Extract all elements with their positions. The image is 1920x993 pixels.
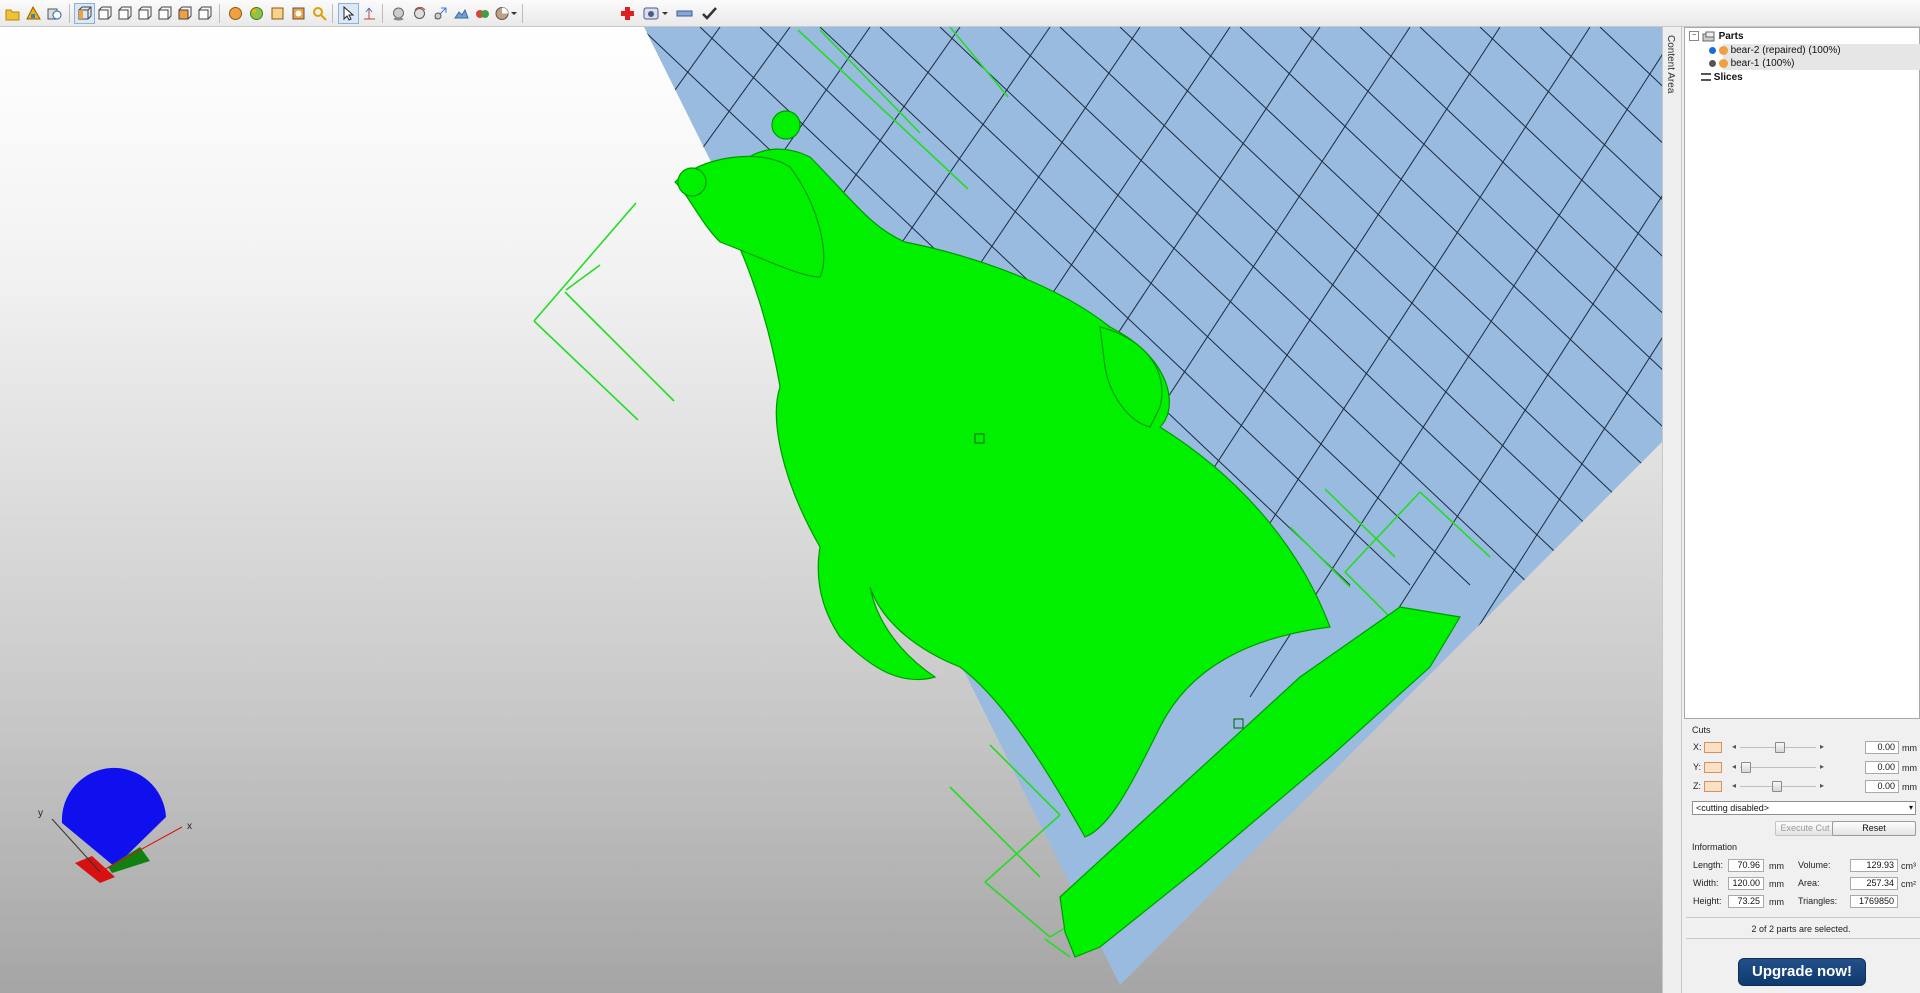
slices-label: Slices — [1713, 72, 1743, 83]
cut-z-color[interactable] — [1704, 781, 1722, 792]
parts-tree[interactable]: − Parts bear-2 (repaired) (100%) bear-1 … — [1684, 27, 1920, 719]
view-perspective-icon[interactable] — [74, 3, 95, 24]
cut-y-label: Y: — [1693, 762, 1702, 772]
render-box-icon[interactable] — [288, 3, 309, 24]
add-red-cross-icon[interactable] — [617, 3, 638, 24]
parts-label: Parts — [1718, 31, 1744, 42]
slices-stack-icon — [1701, 73, 1711, 82]
measure-icon[interactable] — [359, 3, 380, 24]
view-right-icon[interactable] — [154, 3, 175, 24]
view-left-icon[interactable] — [134, 3, 155, 24]
cut-x-unit: mm — [1902, 743, 1917, 753]
landscape-icon[interactable] — [451, 3, 472, 24]
axis-y-label: y — [38, 808, 43, 819]
selection-status: 2 of 2 parts are selected. — [1751, 924, 1851, 934]
rotate-icon[interactable] — [409, 3, 430, 24]
volume-label: Volume: — [1798, 860, 1831, 870]
triangles-label: Triangles: — [1798, 896, 1838, 906]
length-label: Length: — [1693, 860, 1724, 870]
tree-node-parts[interactable]: − Parts — [1689, 30, 1744, 43]
main-toolbar — [0, 0, 1920, 27]
3d-viewport[interactable]: y x — [0, 27, 1662, 993]
height-label: Height: — [1693, 896, 1722, 906]
dock-tab-strip[interactable]: Content Area — [1662, 27, 1682, 993]
gauge-icon[interactable] — [640, 3, 670, 24]
right-panel: − Parts bear-2 (repaired) (100%) bear-1 … — [1682, 27, 1920, 993]
history-icon[interactable] — [44, 3, 65, 24]
tree-node-slices[interactable]: Slices — [1701, 71, 1743, 84]
render-textured-icon[interactable] — [246, 3, 267, 24]
cut-z-unit: mm — [1902, 782, 1917, 792]
view-top-icon[interactable] — [174, 3, 195, 24]
triangles-value: 1769850 — [1850, 895, 1898, 908]
length-value: 70.96 — [1728, 859, 1764, 872]
cut-x-input[interactable]: 0.00 — [1865, 741, 1899, 754]
axis-x-label: x — [187, 821, 192, 832]
cut-z-label: Z: — [1693, 781, 1701, 791]
upgrade-now-button[interactable]: Upgrade now! — [1738, 958, 1866, 986]
height-unit: mm — [1769, 897, 1784, 907]
information-title: Information — [1692, 842, 1738, 852]
cut-x-slider[interactable]: ◂ ▸ — [1732, 742, 1824, 753]
color-icon[interactable] — [472, 3, 493, 24]
cutting-mode-value: <cutting disabled> — [1696, 803, 1770, 813]
tree-item-label: bear-2 (repaired) (100%) — [1730, 45, 1841, 56]
part-color-icon[interactable] — [1718, 58, 1728, 68]
cut-z-input[interactable]: 0.00 — [1865, 780, 1899, 793]
parts-folder-icon — [1702, 31, 1715, 42]
pie-menu-icon[interactable] — [493, 3, 519, 24]
open-file-icon[interactable] — [2, 3, 23, 24]
reset-button[interactable]: Reset — [1832, 821, 1916, 836]
tree-item-label: bear-1 (100%) — [1730, 58, 1795, 69]
cuts-title: Cuts — [1692, 725, 1711, 735]
area-label: Area: — [1798, 878, 1820, 888]
axis-gizmo — [51, 767, 183, 883]
cut-y-slider[interactable]: ◂ ▸ — [1732, 762, 1824, 773]
sphere-icon[interactable] — [388, 3, 409, 24]
visible-dot-icon[interactable] — [1709, 46, 1716, 54]
render-shaded-icon[interactable] — [225, 3, 246, 24]
cut-y-input[interactable]: 0.00 — [1865, 761, 1899, 774]
render-wireframe-icon[interactable] — [267, 3, 288, 24]
view-bottom-icon[interactable] — [194, 3, 215, 24]
length-unit: mm — [1769, 861, 1784, 871]
part-color-icon[interactable] — [1718, 45, 1728, 55]
content-area-tab[interactable]: Content Area — [1665, 35, 1676, 93]
rectangle-tool-icon[interactable] — [674, 3, 695, 24]
visible-dot-icon[interactable] — [1709, 59, 1716, 67]
height-value: 73.25 — [1728, 895, 1764, 908]
cut-y-unit: mm — [1902, 763, 1917, 773]
cut-z-slider[interactable]: ◂ ▸ — [1732, 781, 1824, 792]
execute-cut-button[interactable]: Execute Cut — [1775, 821, 1835, 836]
zoom-icon[interactable] — [309, 3, 330, 24]
scale-icon[interactable] — [430, 3, 451, 24]
tree-item-bear-1[interactable]: bear-1 (100%) — [1709, 57, 1919, 70]
area-value: 257.34 — [1850, 877, 1898, 890]
width-value: 120.00 — [1728, 877, 1764, 890]
cutting-mode-select[interactable]: <cutting disabled> ▾ — [1692, 801, 1916, 815]
width-label: Width: — [1693, 878, 1719, 888]
add-part-icon[interactable] — [23, 3, 44, 24]
width-unit: mm — [1769, 879, 1784, 889]
chevron-down-icon: ▾ — [1908, 803, 1913, 812]
cut-x-color[interactable] — [1704, 742, 1722, 753]
select-arrow-icon[interactable] — [338, 3, 359, 24]
volume-value: 129.93 — [1850, 859, 1898, 872]
cut-y-color[interactable] — [1704, 762, 1722, 773]
area-unit: cm² — [1901, 879, 1916, 889]
tree-item-bear-2[interactable]: bear-2 (repaired) (100%) — [1709, 44, 1919, 57]
view-front-icon[interactable] — [94, 3, 115, 24]
checkmark-icon[interactable] — [699, 3, 720, 24]
view-back-icon[interactable] — [114, 3, 135, 24]
cut-x-label: X: — [1693, 742, 1702, 752]
volume-unit: cm³ — [1901, 861, 1916, 871]
